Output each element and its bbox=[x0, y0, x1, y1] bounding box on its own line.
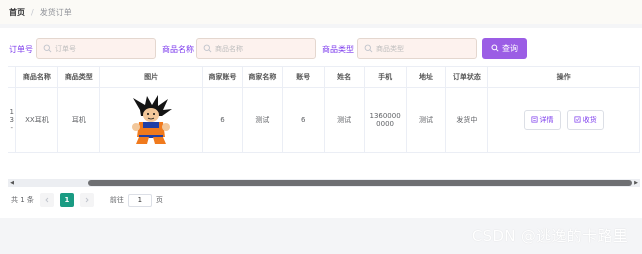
column-header: 订单状态 bbox=[445, 67, 489, 88]
scroll-left-icon[interactable]: ◀ bbox=[8, 179, 16, 187]
breadcrumb: 首页 / 发货订单 bbox=[0, 0, 642, 24]
column-header: 商家账号 bbox=[202, 67, 243, 88]
order-number-field[interactable] bbox=[36, 38, 156, 59]
column-header: 操作 bbox=[487, 67, 640, 88]
goto-page-input[interactable]: 1 bbox=[127, 193, 152, 207]
breadcrumb-current: 发货订单 bbox=[39, 7, 72, 17]
goku-character-image bbox=[132, 94, 173, 144]
partial-text: - bbox=[10, 123, 13, 132]
product-name-input[interactable] bbox=[215, 44, 305, 53]
order-number-label: 订单号 bbox=[9, 45, 33, 54]
product-name-field[interactable] bbox=[196, 38, 316, 59]
receipt-icon bbox=[574, 116, 581, 123]
total-count: 共 1 条 bbox=[11, 196, 34, 204]
search-form: 订单号 商品名称 商品类型 查询 bbox=[0, 38, 642, 60]
pagination: 共 1 条 1 前往 1 页 bbox=[11, 193, 163, 207]
column-header: 商品类型 bbox=[57, 67, 101, 88]
scroll-right-icon[interactable]: ▶ bbox=[632, 179, 640, 187]
breadcrumb-separator: / bbox=[31, 7, 34, 17]
search-icon bbox=[491, 43, 499, 54]
column-header: 手机 bbox=[364, 67, 407, 88]
horizontal-scrollbar[interactable]: ◀ ▶ bbox=[8, 179, 640, 187]
chevron-left-icon bbox=[45, 197, 49, 203]
account-cell: 6 bbox=[282, 87, 325, 153]
column-header: 商家名称 bbox=[242, 67, 283, 88]
column-header-partial bbox=[8, 67, 17, 88]
column-header: 地址 bbox=[406, 67, 447, 88]
table-row: 1 3 - XX耳机 耳机 6 测试 6 测试 1360000 0000 测试 … bbox=[8, 87, 640, 153]
column-header: 账号 bbox=[282, 67, 325, 88]
status-cell: 发货中 bbox=[445, 87, 489, 153]
prev-page-button[interactable] bbox=[39, 193, 54, 207]
product-type-label: 商品类型 bbox=[322, 45, 354, 54]
product-type-input[interactable] bbox=[376, 44, 466, 53]
table-header-row: 商品名称 商品类型 图片 商家账号 商家名称 账号 姓名 手机 地址 订单状态 … bbox=[8, 67, 640, 88]
next-page-button[interactable] bbox=[79, 193, 94, 207]
detail-button-label: 详情 bbox=[539, 115, 554, 124]
product-type-field[interactable] bbox=[357, 38, 477, 59]
phone-line: 0000 bbox=[376, 119, 394, 128]
name-cell: 测试 bbox=[324, 87, 365, 153]
receive-button-label: 收货 bbox=[582, 115, 597, 124]
page-number-current[interactable]: 1 bbox=[59, 193, 74, 207]
product-type-cell: 耳机 bbox=[57, 87, 101, 153]
document-icon bbox=[531, 116, 538, 123]
chevron-right-icon bbox=[85, 197, 89, 203]
breadcrumb-home[interactable]: 首页 bbox=[9, 7, 25, 18]
search-icon bbox=[364, 44, 373, 53]
goto-label: 前往 bbox=[109, 196, 124, 204]
column-header: 姓名 bbox=[324, 67, 365, 88]
partial-text: 1 bbox=[9, 107, 14, 116]
search-button[interactable]: 查询 bbox=[482, 38, 527, 59]
page-jump: 前往 1 页 bbox=[109, 193, 163, 207]
product-image-cell bbox=[99, 87, 204, 153]
page-unit-label: 页 bbox=[155, 196, 163, 204]
order-number-input[interactable] bbox=[55, 44, 145, 53]
watermark: CSDN @逃逸的卡路里 bbox=[471, 227, 628, 245]
column-header: 商品名称 bbox=[15, 67, 59, 88]
column-header: 图片 bbox=[99, 67, 204, 88]
order-table: 商品名称 商品类型 图片 商家账号 商家名称 账号 姓名 手机 地址 订单状态 … bbox=[8, 66, 640, 154]
search-icon bbox=[43, 44, 52, 53]
detail-button[interactable]: 详情 bbox=[523, 109, 561, 130]
address-cell: 测试 bbox=[406, 87, 447, 153]
phone-line: 1360000 bbox=[369, 111, 401, 120]
search-button-label: 查询 bbox=[502, 44, 518, 53]
scrollbar-thumb[interactable] bbox=[88, 180, 632, 186]
receive-button[interactable]: 收货 bbox=[566, 109, 604, 130]
product-name-cell: XX耳机 bbox=[15, 87, 59, 153]
partial-text: 3 bbox=[9, 115, 14, 124]
merchant-account-cell: 6 bbox=[202, 87, 243, 153]
search-icon bbox=[203, 44, 212, 53]
product-name-label: 商品名称 bbox=[162, 45, 194, 54]
phone-cell: 1360000 0000 bbox=[364, 87, 407, 153]
actions-cell: 详情 收货 bbox=[487, 87, 640, 153]
partial-column-cell: 1 3 - bbox=[8, 87, 17, 153]
merchant-name-cell: 测试 bbox=[242, 87, 283, 153]
